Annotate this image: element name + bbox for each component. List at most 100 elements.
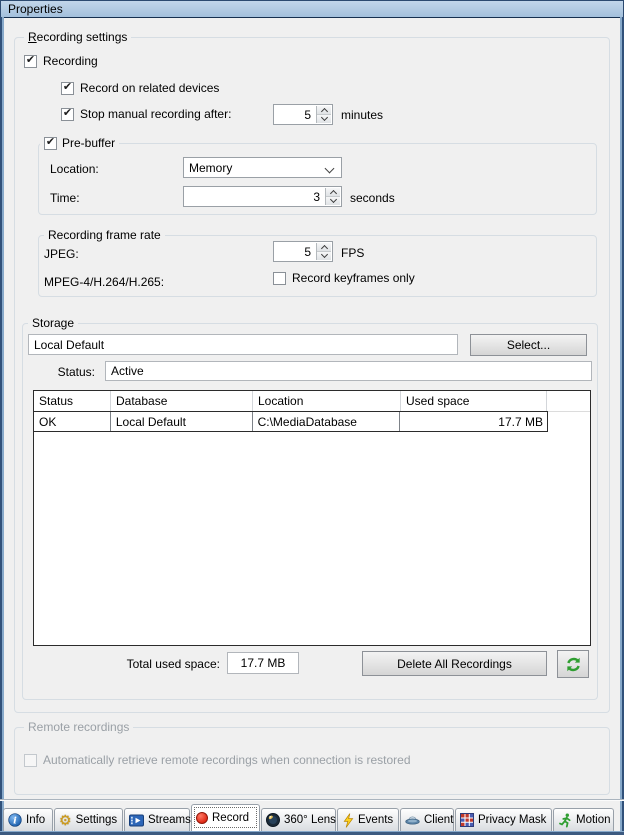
keyframes-checkbox-label: Record keyframes only bbox=[292, 271, 415, 285]
jpeg-label: JPEG: bbox=[44, 247, 79, 261]
chevron-down-icon bbox=[325, 164, 335, 174]
keyframes-checkbox-row[interactable]: Record keyframes only bbox=[273, 271, 415, 285]
motion-icon bbox=[558, 813, 572, 828]
properties-titlebar: Properties bbox=[0, 0, 624, 18]
pre-buffer-checkbox-row[interactable]: ✔ Pre-buffer bbox=[40, 136, 119, 150]
window-border-right bbox=[620, 17, 624, 831]
tab-motion[interactable]: Motion bbox=[553, 808, 614, 831]
refresh-button[interactable] bbox=[557, 650, 589, 678]
cell-status: OK bbox=[34, 412, 111, 431]
related-devices-checkbox-row[interactable]: ✔ Record on related devices bbox=[61, 81, 219, 95]
stop-manual-checkbox-label: Stop manual recording after: bbox=[80, 107, 231, 121]
minutes-unit-label: minutes bbox=[341, 108, 383, 122]
stepper-down-button[interactable] bbox=[317, 115, 331, 123]
refresh-icon bbox=[565, 656, 582, 673]
checkmark-icon: ✔ bbox=[46, 137, 55, 148]
jpeg-fps-value[interactable]: 5 bbox=[304, 245, 311, 259]
location-dropdown-value: Memory bbox=[189, 161, 232, 175]
tab-360-lens[interactable]: 360° Lens bbox=[261, 808, 336, 831]
chevron-down-icon bbox=[329, 196, 336, 203]
stop-manual-checkbox[interactable]: ✔ bbox=[61, 108, 74, 121]
chevron-down-icon bbox=[320, 251, 327, 258]
status-label: Status: bbox=[40, 365, 95, 379]
client-icon bbox=[405, 814, 420, 827]
streams-icon bbox=[129, 814, 144, 827]
related-devices-checkbox-label: Record on related devices bbox=[80, 81, 219, 95]
related-devices-checkbox[interactable]: ✔ bbox=[61, 82, 74, 95]
selected-storage-value: Local Default bbox=[34, 338, 104, 352]
cell-database: Local Default bbox=[111, 412, 253, 431]
window-border-left bbox=[0, 17, 4, 831]
select-storage-button[interactable]: Select... bbox=[470, 334, 587, 356]
checkmark-icon: ✔ bbox=[26, 55, 35, 66]
storage-table-header: Status Database Location Used space bbox=[34, 391, 590, 412]
tab-client[interactable]: Client bbox=[400, 808, 454, 831]
fps-unit-label: FPS bbox=[341, 246, 364, 260]
storage-group-label: Storage bbox=[28, 316, 78, 330]
column-header-status[interactable]: Status bbox=[34, 391, 111, 411]
tab-privacy-mask[interactable]: Privacy Mask bbox=[455, 808, 552, 831]
delete-all-recordings-button[interactable]: Delete All Recordings bbox=[362, 651, 547, 676]
time-seconds-stepper[interactable]: 3 bbox=[183, 186, 342, 207]
cell-used-space: 17.7 MB bbox=[400, 412, 547, 431]
cell-location: C:\MediaDatabase bbox=[253, 412, 401, 431]
pre-buffer-group-label: Pre-buffer bbox=[62, 136, 115, 150]
stop-manual-checkbox-row[interactable]: ✔ Stop manual recording after: bbox=[61, 107, 231, 121]
column-header-location[interactable]: Location bbox=[253, 391, 401, 411]
recording-checkbox[interactable]: ✔ bbox=[24, 55, 37, 68]
column-header-used-space[interactable]: Used space bbox=[401, 391, 547, 411]
status-field: Active bbox=[105, 361, 592, 381]
recording-checkbox-label: Recording bbox=[43, 54, 98, 68]
privacy-mask-icon bbox=[460, 813, 474, 827]
storage-table: Status Database Location Used space OK L… bbox=[33, 390, 591, 646]
stepper-down-button[interactable] bbox=[326, 197, 340, 205]
seconds-unit-label: seconds bbox=[350, 191, 395, 205]
chevron-down-icon bbox=[320, 114, 327, 121]
settings-gear-icon: ⚙ bbox=[59, 813, 72, 827]
info-icon: i bbox=[8, 813, 22, 827]
table-row[interactable]: OK Local Default C:\MediaDatabase 17.7 M… bbox=[34, 411, 548, 432]
time-seconds-value[interactable]: 3 bbox=[313, 190, 320, 204]
stop-manual-minutes-value[interactable]: 5 bbox=[304, 108, 311, 122]
tab-info[interactable]: i Info bbox=[3, 808, 53, 831]
total-used-space-label: Total used space: bbox=[60, 657, 220, 671]
stepper-buttons bbox=[325, 188, 340, 205]
page-title: Properties bbox=[8, 2, 63, 16]
total-used-space-field: 17.7 MB bbox=[227, 652, 299, 674]
jpeg-fps-stepper[interactable]: 5 bbox=[273, 241, 333, 262]
total-used-space-value: 17.7 MB bbox=[241, 656, 286, 670]
pre-buffer-checkbox[interactable]: ✔ bbox=[44, 137, 57, 150]
svg-text:i: i bbox=[13, 816, 17, 827]
recording-settings-group-label: Recording settings bbox=[24, 30, 131, 44]
stop-manual-minutes-stepper[interactable]: 5 bbox=[273, 104, 333, 125]
tab-streams[interactable]: Streams bbox=[124, 808, 190, 831]
tab-events[interactable]: Events bbox=[337, 808, 399, 831]
checkmark-icon: ✔ bbox=[63, 82, 72, 93]
auto-retrieve-checkbox-label: Automatically retrieve remote recordings… bbox=[43, 753, 411, 767]
location-label: Location: bbox=[50, 162, 99, 176]
stepper-buttons bbox=[316, 243, 331, 260]
mpeg-label: MPEG-4/H.264/H.265: bbox=[44, 275, 164, 289]
recording-checkbox-row[interactable]: ✔ Recording bbox=[24, 54, 98, 68]
selected-storage-field: Local Default bbox=[28, 334, 458, 355]
stepper-down-button[interactable] bbox=[317, 252, 331, 260]
tab-settings[interactable]: ⚙ Settings bbox=[54, 808, 123, 831]
events-lightning-icon bbox=[342, 813, 354, 828]
column-header-database[interactable]: Database bbox=[111, 391, 253, 411]
keyframes-checkbox[interactable] bbox=[273, 272, 286, 285]
window-border-bottom bbox=[0, 831, 624, 835]
time-label: Time: bbox=[50, 191, 80, 205]
properties-panel: Properties Recording settings ✔ Recordin… bbox=[0, 0, 624, 835]
lens-360-icon bbox=[266, 813, 280, 827]
remote-recordings-group-label: Remote recordings bbox=[24, 720, 133, 734]
stepper-buttons bbox=[316, 106, 331, 123]
tab-strip-divider bbox=[0, 799, 624, 801]
auto-retrieve-checkbox bbox=[24, 754, 37, 767]
frame-rate-group-label: Recording frame rate bbox=[44, 228, 165, 242]
location-dropdown[interactable]: Memory bbox=[183, 157, 342, 178]
tab-record[interactable]: Record bbox=[191, 804, 260, 831]
auto-retrieve-checkbox-row: Automatically retrieve remote recordings… bbox=[24, 753, 411, 767]
checkmark-icon: ✔ bbox=[63, 108, 72, 119]
record-icon bbox=[196, 812, 208, 824]
status-value: Active bbox=[111, 364, 144, 378]
